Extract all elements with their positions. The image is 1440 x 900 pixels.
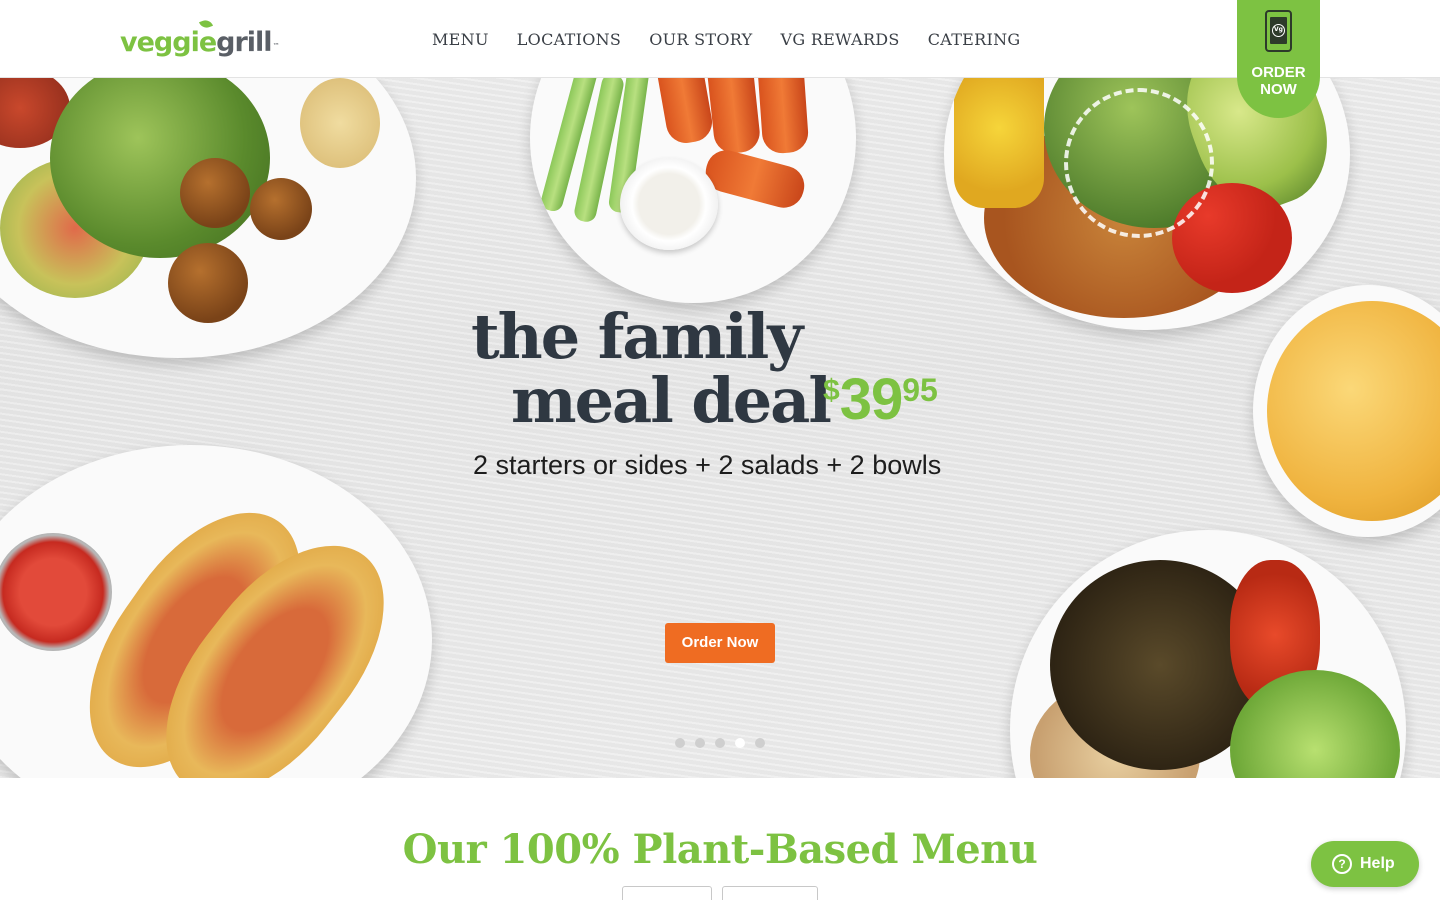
help-label: Help bbox=[1360, 855, 1395, 872]
headline-line-1: the family bbox=[471, 300, 803, 373]
nav-catering[interactable]: CATERING bbox=[928, 30, 1021, 49]
main-nav: MENU LOCATIONS OUR STORY VG REWARDS CATE… bbox=[432, 30, 1021, 49]
carousel-dot-2[interactable] bbox=[695, 738, 705, 748]
carousel-dot-4[interactable] bbox=[735, 738, 745, 748]
order-tab-line2: NOW bbox=[1260, 81, 1297, 98]
price-dollars: 39 bbox=[839, 367, 904, 432]
meal-deal-price: $3995 bbox=[823, 368, 938, 432]
phone-icon: Vg bbox=[1265, 10, 1292, 52]
falafel-salad-plate-image bbox=[0, 78, 416, 358]
logo-veggie-text: veggie bbox=[120, 27, 217, 58]
hero-subheadline: 2 starters or sides + 2 salads + 2 bowls bbox=[473, 450, 942, 480]
teriyaki-bowl-image bbox=[1010, 530, 1406, 778]
order-now-tab[interactable]: Vg ORDER NOW bbox=[1237, 0, 1320, 118]
buffalo-wings-plate-image bbox=[530, 78, 856, 303]
veggie-grill-logo[interactable]: veggiegrill ™ bbox=[120, 18, 280, 58]
tacos-plate-image bbox=[0, 445, 432, 778]
mac-and-cheese-image bbox=[1253, 285, 1440, 537]
site-header: veggiegrill ™ MENU LOCATIONS OUR STORY V… bbox=[0, 0, 1440, 78]
logo-trademark: ™ bbox=[272, 42, 280, 50]
headline-line-2: meal deal bbox=[511, 364, 832, 437]
help-button[interactable]: ? Help bbox=[1311, 841, 1419, 887]
nav-our-story[interactable]: OUR STORY bbox=[649, 30, 752, 49]
price-currency: $ bbox=[823, 374, 840, 407]
order-now-button[interactable]: Order Now bbox=[665, 623, 775, 663]
menu-tab-1[interactable] bbox=[622, 886, 712, 900]
carousel-dot-1[interactable] bbox=[675, 738, 685, 748]
vg-badge: Vg bbox=[1272, 24, 1285, 37]
menu-section-title: Our 100% Plant-Based Menu bbox=[402, 826, 1038, 873]
order-tab-line1: ORDER bbox=[1251, 64, 1306, 81]
nav-locations[interactable]: LOCATIONS bbox=[517, 30, 621, 49]
question-icon: ? bbox=[1332, 854, 1352, 874]
logo-grill-text: grill bbox=[216, 27, 272, 58]
carousel-dot-3[interactable] bbox=[715, 738, 725, 748]
nav-vg-rewards[interactable]: VG REWARDS bbox=[781, 30, 900, 49]
carousel-dots bbox=[675, 738, 765, 748]
carousel-dot-5[interactable] bbox=[755, 738, 765, 748]
price-cents: 95 bbox=[902, 372, 938, 408]
menu-tab-2[interactable] bbox=[722, 886, 818, 900]
nav-menu[interactable]: MENU bbox=[432, 30, 489, 49]
